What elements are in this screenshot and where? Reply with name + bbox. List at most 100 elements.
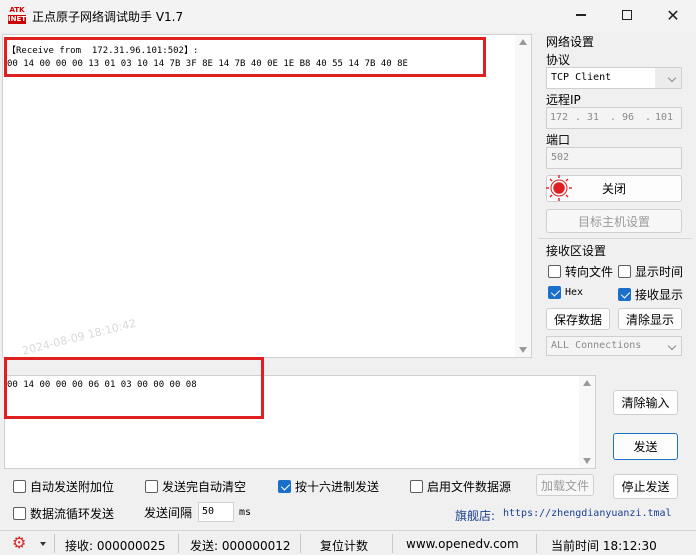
target-host-button[interactable]: 目标主机设置 [546, 209, 682, 233]
protocol-label: 协议 [546, 53, 571, 67]
protocol-value: TCP Client [551, 72, 612, 83]
ip-part-1: 172 [550, 112, 569, 123]
remote-ip-label: 远程IP [546, 93, 581, 107]
to-file-check-icon [548, 265, 561, 278]
send-label: 发送 [633, 440, 658, 454]
website-link[interactable]: www.openedv.com [406, 537, 519, 551]
app-logo-icon: ATK INET [8, 6, 26, 26]
ip-part-3: 96 [622, 112, 635, 123]
hex-label: Hex [565, 287, 584, 298]
file-source-label: 启用文件数据源 [427, 480, 512, 494]
title-bar: ATK INET 正点原子网络调试助手 V1.7 ✕ [0, 0, 696, 32]
send-scroll-up-icon[interactable] [583, 380, 591, 386]
connection-led-icon [546, 175, 572, 201]
show-receive-checkbox[interactable]: 接收显示 [618, 286, 683, 303]
maximize-button[interactable] [604, 0, 650, 30]
hex-check-icon [548, 286, 561, 299]
receive-content: 【Receive from 172.31.96.101:502】: 00 14 0… [7, 45, 408, 71]
close-icon: ✕ [666, 5, 680, 25]
ip-dot-3: . [645, 112, 652, 123]
loop-send-check-icon [13, 507, 26, 520]
auto-clear-checkbox[interactable]: 发送完自动清空 [145, 478, 246, 495]
scroll-up-icon[interactable] [519, 39, 527, 45]
window-title: 正点原子网络调试助手 V1.7 [32, 10, 184, 24]
maximize-icon [622, 10, 632, 20]
target-host-label: 目标主机设置 [577, 214, 650, 229]
show-receive-check-icon [618, 288, 631, 301]
minimize-button[interactable] [558, 0, 604, 30]
receive-settings-divider [538, 238, 692, 239]
loop-send-checkbox[interactable]: 数据流循环发送 [13, 505, 114, 522]
send-scroll-down-icon[interactable] [583, 458, 591, 464]
app-window: ATK INET 正点原子网络调试助手 V1.7 ✕ 【Receive from… [0, 0, 696, 555]
minimize-icon [576, 14, 586, 16]
auto-append-label: 自动发送附加位 [30, 480, 115, 494]
status-separator [536, 534, 537, 553]
to-file-label: 转向文件 [565, 265, 614, 279]
loop-send-label: 数据流循环发送 [30, 507, 115, 521]
current-time: 当前时间 18:12:30 [551, 539, 657, 553]
clear-display-button[interactable]: 清除显示 [618, 308, 682, 330]
receive-header: 【Receive from 172.31.96.101:502】: [7, 46, 199, 56]
stop-send-button[interactable]: 停止发送 [613, 474, 678, 499]
send-scrollbar[interactable] [579, 376, 595, 468]
remote-ip-field[interactable]: 172 . 31 . 96 . 101 [546, 107, 682, 129]
to-file-checkbox[interactable]: 转向文件 [548, 263, 613, 280]
save-data-label: 保存数据 [553, 312, 602, 327]
clear-input-button[interactable]: 清除输入 [613, 390, 678, 415]
port-field[interactable]: 502 [546, 147, 682, 169]
ip-dot-1: . [575, 112, 582, 123]
connections-value: ALL Connections [551, 340, 642, 351]
hex-checkbox[interactable]: Hex [548, 286, 583, 299]
show-time-label: 显示时间 [635, 265, 684, 279]
interval-unit: ms [239, 507, 252, 518]
send-text-area[interactable]: 00 14 00 00 00 06 01 03 00 00 00 08 [4, 375, 596, 469]
show-time-checkbox[interactable]: 显示时间 [618, 263, 683, 280]
receive-scrollbar[interactable] [515, 35, 531, 357]
close-button[interactable]: ✕ [650, 0, 696, 30]
hex-send-label: 按十六进制发送 [295, 480, 380, 494]
hex-send-checkbox[interactable]: 按十六进制发送 [278, 478, 379, 495]
status-separator [178, 534, 179, 553]
auto-append-checkbox[interactable]: 自动发送附加位 [13, 478, 114, 495]
send-count: 发送: 000000012 [190, 539, 291, 553]
show-time-check-icon [618, 265, 631, 278]
clear-display-label: 清除显示 [625, 312, 674, 327]
send-button[interactable]: 发送 [613, 433, 678, 460]
shop-link[interactable]: https://zhengdianyuanzi.tmall.com [503, 508, 671, 519]
app-logo-line2: INET [8, 15, 27, 24]
status-bar: ⚙ 接收: 000000025 发送: 000000012 复位计数 www.o… [0, 530, 696, 555]
ip-part-2: 31 [587, 112, 600, 123]
reset-count-button[interactable]: 复位计数 [320, 537, 368, 554]
file-source-check-icon [410, 480, 423, 493]
connections-select[interactable]: ALL Connections [546, 336, 682, 356]
file-source-checkbox[interactable]: 启用文件数据源 [410, 478, 511, 495]
status-separator [300, 534, 301, 553]
receive-watermark: 2024-08-09 18:10:42 [21, 316, 138, 358]
receive-text-area[interactable]: 【Receive from 172.31.96.101:502】: 00 14 0… [2, 34, 532, 358]
load-file-label: 加载文件 [540, 478, 589, 493]
auto-clear-check-icon [145, 480, 158, 493]
load-file-button[interactable]: 加载文件 [536, 474, 594, 496]
connect-button-label: 关闭 [601, 182, 626, 196]
caret-down-icon[interactable] [40, 542, 46, 546]
hex-send-check-icon [278, 480, 291, 493]
show-receive-label: 接收显示 [635, 288, 684, 302]
app-logo-line1: ATK [9, 6, 25, 14]
auto-clear-label: 发送完自动清空 [162, 480, 247, 494]
interval-input[interactable]: 50 [198, 502, 234, 522]
gear-icon[interactable]: ⚙ [12, 535, 26, 551]
network-settings-label: 网络设置 [546, 35, 595, 49]
auto-append-check-icon [13, 480, 26, 493]
send-data: 00 14 00 00 00 06 01 03 00 00 00 08 [7, 380, 197, 390]
save-data-button[interactable]: 保存数据 [546, 308, 610, 330]
protocol-select[interactable]: TCP Client [546, 67, 682, 89]
stop-send-label: 停止发送 [621, 480, 670, 494]
shop-label: 旗舰店: [455, 509, 496, 523]
receive-data: 00 14 00 00 00 13 01 03 10 14 7B 3F 8E 1… [7, 59, 408, 69]
ip-dot-2: . [610, 112, 617, 123]
interval-label: 发送间隔 [144, 506, 193, 520]
port-label: 端口 [546, 133, 571, 147]
scroll-down-icon[interactable] [519, 347, 527, 353]
receive-settings-label: 接收区设置 [546, 244, 607, 258]
